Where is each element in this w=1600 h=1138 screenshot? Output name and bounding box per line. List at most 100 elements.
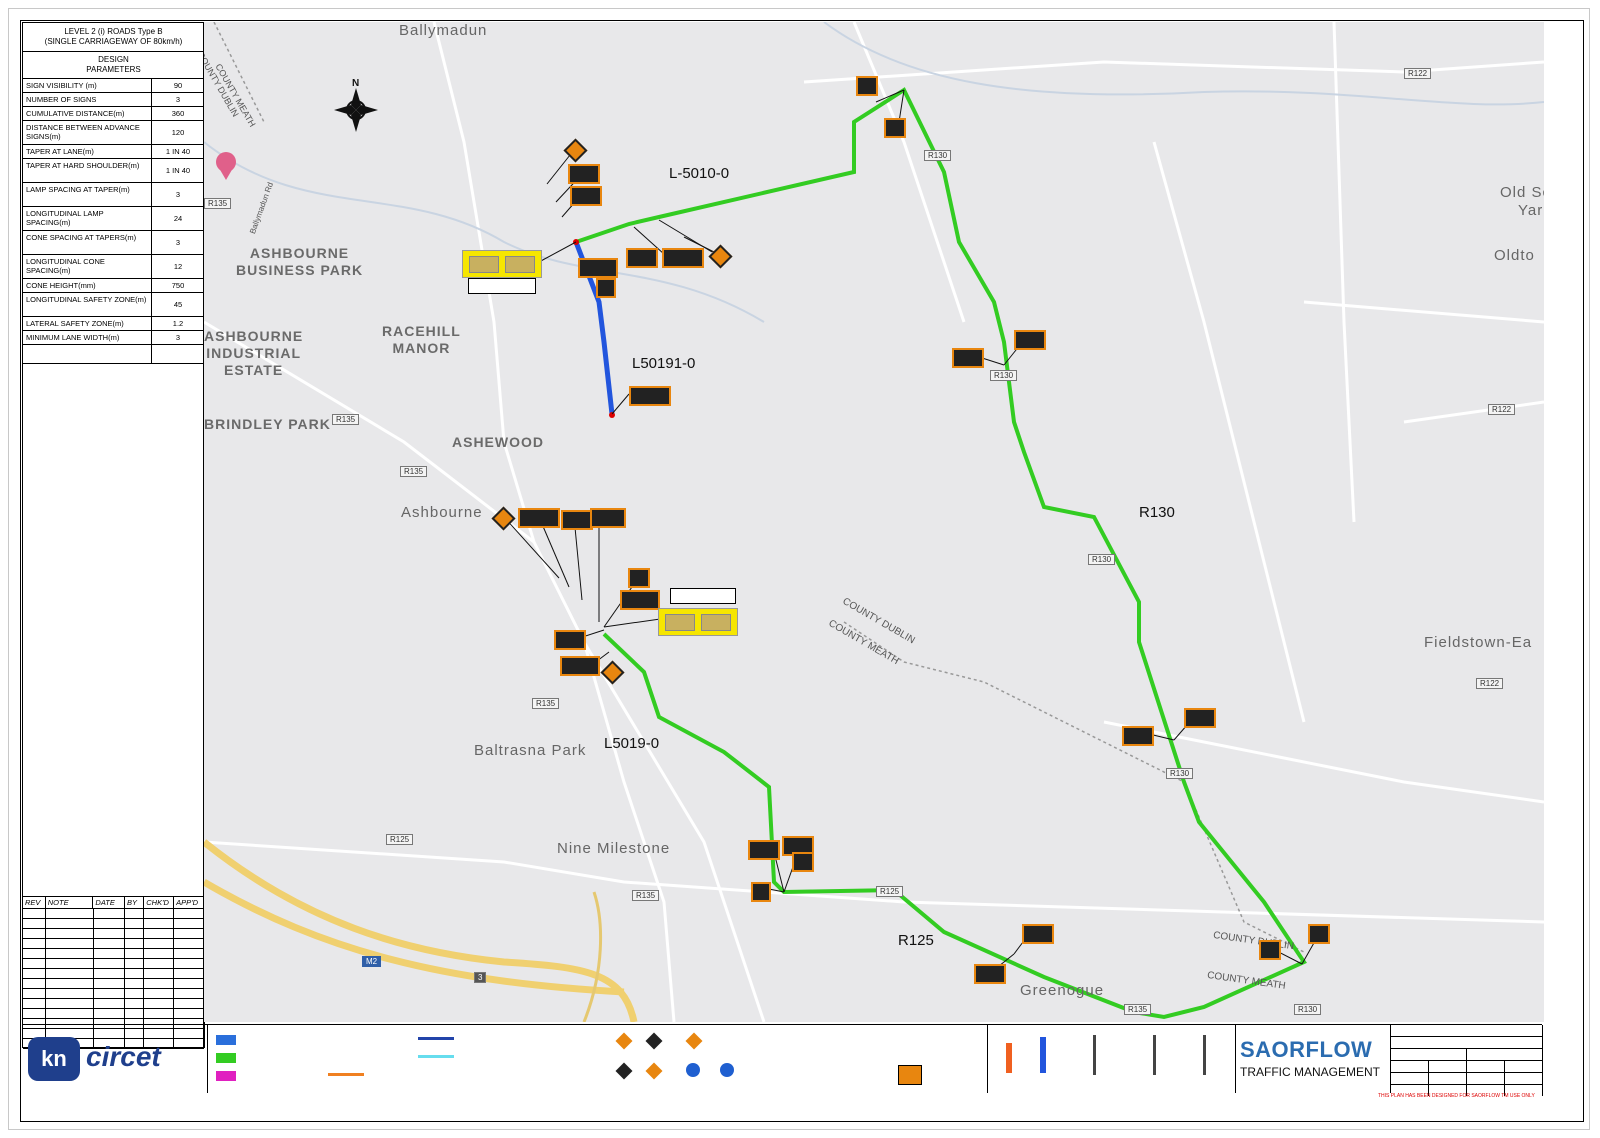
place-nine-milestone: Nine Milestone <box>557 840 671 857</box>
revision-row <box>23 999 204 1009</box>
traffic-sign-icon[interactable] <box>561 510 593 530</box>
place-fieldstown: Fieldstown-Ea <box>1424 634 1533 651</box>
route-label-r125: R125 <box>898 932 934 949</box>
parameter-name: LONGITUDINAL SAFETY ZONE(m) <box>23 293 152 316</box>
parameter-row: SIGN VISIBILITY (m) 90 <box>23 79 204 93</box>
revision-column-header: APP'D <box>174 897 205 908</box>
parameter-row: LONGITUDINAL SAFETY ZONE(m) 45 <box>23 293 204 317</box>
traffic-sign-icon[interactable] <box>568 164 600 184</box>
parameter-value: 1.2 <box>172 319 184 328</box>
parameter-value: 120 <box>171 128 185 137</box>
parameter-value: 3 <box>175 238 181 247</box>
place-greenogue: Greenogue <box>1020 982 1105 999</box>
place-racehill-manor: RACEHILL MANOR <box>382 323 461 356</box>
title-block-strip: kn circet SAORFLOW TRAFFIC MANAGEMENT <box>22 1024 1543 1096</box>
parameter-value: 24 <box>173 214 183 223</box>
closure-end-marker <box>609 412 615 418</box>
warning-sign-icon <box>645 1032 663 1050</box>
traffic-sign-icon[interactable] <box>792 852 814 872</box>
compass-label: N <box>352 78 360 89</box>
traffic-sign-icon[interactable] <box>952 348 984 368</box>
sign-leader-lines <box>503 89 1320 971</box>
parameter-name: CONE SPACING AT TAPERS(m) <box>23 231 152 254</box>
place-ashbourne-industrial-estate: ASHBOURNE INDUSTRIAL ESTATE <box>204 328 304 378</box>
traffic-sign-icon[interactable] <box>1022 924 1054 944</box>
parameter-name: LONGITUDINAL LAMP SPACING(m) <box>23 207 152 230</box>
design-parameters-heading: DESIGN PARAMETERS <box>23 52 204 79</box>
traffic-sign-icon[interactable] <box>560 656 600 676</box>
revision-header: REV NOTE DATE BY CHK'D APP'D <box>23 897 205 909</box>
traffic-sign-icon[interactable] <box>751 882 771 902</box>
traffic-sign-icon[interactable] <box>518 508 560 528</box>
north-arrow <box>334 88 378 132</box>
traffic-sign-icon[interactable] <box>620 590 660 610</box>
parameter-name: TAPER AT LANE(m) <box>23 145 152 158</box>
brand-sub: TRAFFIC MANAGEMENT <box>1240 1065 1380 1079</box>
traffic-sign-icon[interactable] <box>1014 330 1046 350</box>
map-canvas[interactable]: N Ballymadun ASHBOURNE BUSINESS PARK ASH… <box>203 22 1544 1022</box>
circet-logo: kn circet <box>28 1033 198 1085</box>
road-shield: R122 <box>1488 404 1516 415</box>
legend-line-blue <box>418 1037 454 1040</box>
parameter-row: TAPER AT LANE(m) 1 IN 40 <box>23 145 204 159</box>
barrier-post-icon <box>1093 1035 1096 1075</box>
traffic-sign-icon[interactable] <box>626 248 658 268</box>
traffic-sign-icon[interactable] <box>1259 940 1281 960</box>
traffic-sign-icon[interactable] <box>628 568 650 588</box>
traffic-sign-icon[interactable] <box>1122 726 1154 746</box>
parameter-value: 1 IN 40 <box>165 147 191 156</box>
traffic-sign-icon[interactable] <box>596 278 616 298</box>
road-shield: R135 <box>400 466 428 477</box>
legend-line-cyan <box>418 1055 454 1058</box>
legend-vms-icon <box>898 1065 922 1085</box>
parameter-row: LONGITUDINAL LAMP SPACING(m) 24 <box>23 207 204 231</box>
traffic-sign-icon[interactable] <box>748 840 780 860</box>
traffic-sign-icon[interactable] <box>1184 708 1216 728</box>
lamp-post-icon <box>1203 1035 1206 1075</box>
route-label-l5019: L5019-0 <box>604 735 660 752</box>
minor-roads <box>204 22 1544 1022</box>
traffic-sign-icon[interactable] <box>578 258 618 278</box>
traffic-sign-icon[interactable] <box>662 248 704 268</box>
place-oldto: Oldto <box>1494 247 1535 264</box>
legend-line-orange <box>328 1073 364 1076</box>
parameter-row: MINIMUM LANE WIDTH(m) 3 <box>23 331 204 345</box>
saorflow-brand: SAORFLOW TRAFFIC MANAGEMENT <box>1235 1025 1391 1093</box>
traffic-sign-icon[interactable] <box>590 508 626 528</box>
traffic-sign-icon[interactable] <box>974 964 1006 984</box>
road-shield: R130 <box>1294 1004 1322 1015</box>
place-ballymadun: Ballymadun <box>399 22 488 39</box>
vms-panel-north[interactable] <box>462 250 542 278</box>
warning-sign-icon <box>615 1062 633 1080</box>
parameter-name: SIGN VISIBILITY (m) <box>23 79 152 92</box>
parameter-value: 12 <box>173 262 183 271</box>
legend-swatch-blue <box>216 1035 236 1045</box>
parameter-name: NUMBER OF SIGNS <box>23 93 152 106</box>
parameter-value <box>152 345 204 363</box>
parameter-name: TAPER AT HARD SHOULDER(m) <box>23 159 152 182</box>
traffic-sign-icon[interactable] <box>884 118 906 138</box>
traffic-sign-icon[interactable] <box>629 386 671 406</box>
revision-row <box>23 909 204 919</box>
diversion-route-north[interactable] <box>575 87 1307 1020</box>
parameter-value: 90 <box>173 81 183 90</box>
parameter-name: LATERAL SAFETY ZONE(m) <box>23 317 152 330</box>
parameter-name: DISTANCE BETWEEN ADVANCE SIGNS(m) <box>23 121 152 144</box>
traffic-sign-icon[interactable] <box>1308 924 1330 944</box>
design-parameters-panel: LEVEL 2 (i) ROADS Type B (SINGLE CARRIAG… <box>22 22 205 1049</box>
mandatory-sign-icon <box>720 1063 734 1077</box>
traffic-sign-icon[interactable] <box>554 630 586 650</box>
place-baltrasna-park: Baltrasna Park <box>474 742 587 759</box>
parameter-row: NUMBER OF SIGNS 3 <box>23 93 204 107</box>
traffic-sign-icon[interactable] <box>856 76 878 96</box>
vms-panel-south[interactable] <box>658 608 738 636</box>
parameter-value: 360 <box>171 109 185 118</box>
revision-column-header: DATE <box>93 897 126 908</box>
parameter-name: MINIMUM LANE WIDTH(m) <box>23 331 152 344</box>
place-ashewood: ASHEWOOD <box>452 434 544 450</box>
traffic-sign-icon[interactable] <box>570 186 602 206</box>
road-shield: R130 <box>924 150 952 161</box>
parameter-name: LONGITUDINAL CONE SPACING(m) <box>23 255 152 278</box>
parameter-row: DISTANCE BETWEEN ADVANCE SIGNS(m) 120 <box>23 121 204 145</box>
legend-swatch-magenta <box>216 1071 236 1081</box>
